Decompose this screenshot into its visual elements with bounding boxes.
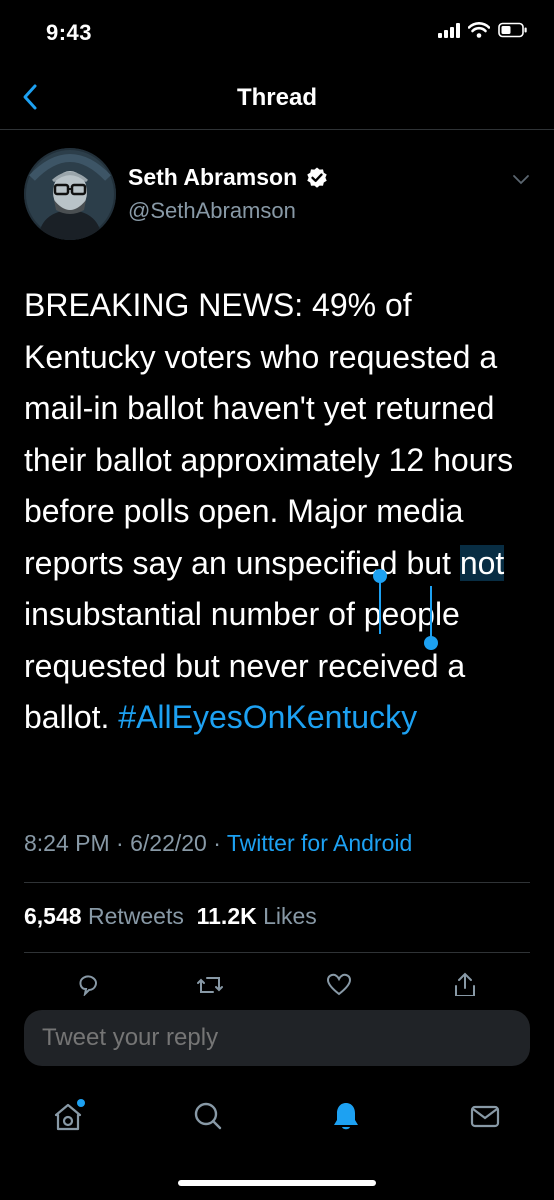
tab-messages[interactable]	[465, 1096, 505, 1136]
tweet-text[interactable]: BREAKING NEWS: 49% of Kentucky voters wh…	[24, 280, 534, 744]
tweet-time: 8:24 PM	[24, 830, 110, 856]
likes-count: 11.2K	[196, 903, 257, 929]
home-icon	[54, 1099, 85, 1131]
like-icon[interactable]	[324, 970, 354, 996]
selected-word: not	[459, 544, 505, 581]
avatar-image	[24, 148, 116, 240]
author-handle[interactable]: @SethAbramson	[128, 198, 296, 224]
retweets-count: 6,548	[24, 903, 82, 929]
messages-icon	[470, 1105, 500, 1128]
tweet-actions	[0, 966, 554, 996]
status-time: 9:43	[46, 20, 93, 45]
page-title: Thread	[236, 84, 317, 111]
share-icon[interactable]	[450, 970, 480, 996]
selection-end-bar	[430, 586, 432, 638]
hashtag-link[interactable]: #AllEyesOnKentucky	[118, 699, 417, 735]
tab-home[interactable]	[48, 1096, 88, 1136]
selected-text[interactable]: not	[459, 544, 505, 581]
search-icon	[194, 1102, 222, 1130]
chevron-down-icon[interactable]	[510, 168, 532, 190]
avatar[interactable]	[24, 148, 116, 240]
author-name-text: Seth Abramson	[128, 164, 298, 190]
tweet-source-link[interactable]: Twitter for Android	[227, 830, 412, 856]
battery-icon	[498, 22, 527, 38]
retweet-icon[interactable]	[195, 970, 225, 996]
likes-stat[interactable]: 11.2K Likes	[197, 903, 317, 929]
retweets-label: Retweets	[87, 903, 184, 929]
tweet-metadata: 8:24 PM · 6/22/20 · Twitter for Android	[24, 830, 412, 857]
tweet-date: 6/22/20	[130, 830, 207, 856]
selection-end-handle[interactable]	[424, 636, 438, 650]
status-bar: 9:43	[0, 0, 554, 66]
reply-input[interactable]	[42, 1024, 512, 1052]
meta-separator-2: ·	[213, 830, 221, 856]
tweet-stats: 6,548 Retweets 11.2K Likes	[24, 903, 317, 930]
status-icons	[438, 22, 528, 38]
divider	[24, 882, 530, 883]
navigation-bar: Thread	[0, 66, 554, 130]
wifi-icon	[468, 22, 490, 38]
tab-notifications[interactable]	[326, 1096, 366, 1136]
reply-icon[interactable]	[73, 970, 103, 996]
retweets-stat[interactable]: 6,548 Retweets	[24, 903, 184, 929]
author-name[interactable]: Seth Abramson	[128, 164, 329, 191]
divider	[24, 952, 530, 953]
notifications-icon	[334, 1103, 358, 1130]
home-indicator[interactable]	[178, 1180, 376, 1186]
selection-start-bar	[379, 578, 381, 634]
reply-composer[interactable]	[24, 1010, 530, 1066]
cellular-signal-icon	[438, 22, 460, 38]
verified-badge-icon	[307, 167, 327, 188]
likes-label: Likes	[263, 903, 317, 929]
tweet-text-part1: BREAKING NEWS: 49% of Kentucky voters wh…	[24, 287, 514, 581]
tab-search[interactable]	[188, 1096, 228, 1136]
meta-separator: ·	[116, 830, 124, 856]
